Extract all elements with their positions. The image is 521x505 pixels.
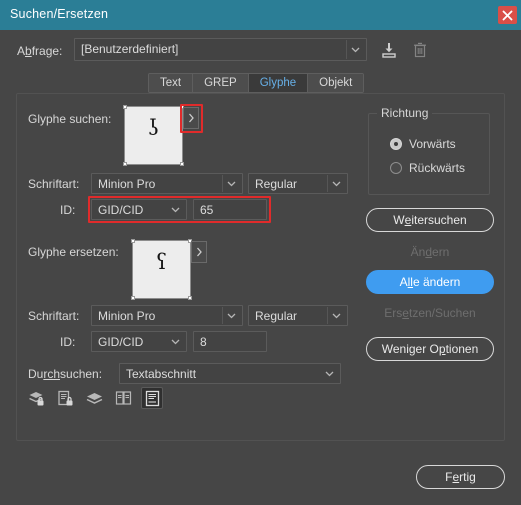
save-query-button[interactable] [379,40,399,60]
chevron-down-icon [224,306,238,325]
replace-glyph-label: Glyphe ersetzen: [28,245,119,259]
replace-id-type-value: GID/CID [98,335,144,349]
include-locked-layers-icon [28,391,43,405]
chevron-down-icon [322,364,336,383]
tab-glyphe[interactable]: Glyphe [248,74,309,92]
find-font-style-value: Regular [255,177,298,191]
replace-font-family-select[interactable]: Minion Pro [91,305,243,326]
find-id-value-text: 65 [200,203,214,217]
resize-handle [123,105,127,109]
query-select[interactable]: [Benutzerdefiniert] [74,38,367,61]
change-all-button[interactable]: All e ändern [366,270,494,294]
search-scope-select[interactable]: Textabschnitt [119,363,341,384]
replace-id-label: ID: [60,335,76,349]
select-divider [222,175,223,192]
find-next-button[interactable]: We itersuchen [366,208,494,232]
include-hidden-layers-button[interactable] [83,387,105,409]
tab-objekt[interactable]: Objekt [308,74,364,92]
direction-forward-label: Vorwärts [409,137,456,151]
include-locked-stories-button[interactable] [54,387,76,409]
query-select-value: [Benutzerdefiniert] [81,42,179,56]
search-scope-value: Textabschnitt [126,367,197,381]
query-label: Abfrage: [17,44,63,58]
direction-backward-label: Rückwärts [409,161,466,175]
direction-backward-radio[interactable]: Rückwärts [383,161,465,175]
direction-group-title: Richtung [377,106,433,120]
tab-grep[interactable]: GREP [193,74,249,92]
replace-id-type-select[interactable]: GID/CID [91,331,187,352]
direction-forward-radio[interactable]: Vorwärts [383,137,456,151]
include-hidden-layers-icon [86,392,102,404]
resize-handle [131,239,135,243]
resize-handle [123,162,127,166]
radio-indicator [390,162,402,174]
fewer-options-button[interactable]: Weniger Op tionen [366,337,494,361]
select-divider [327,175,328,192]
query-select-divider [346,40,347,59]
find-glyph-character: ʖ [147,116,160,140]
replace-id-value-input[interactable]: 8 [193,331,267,352]
include-footnotes-button[interactable] [141,387,163,409]
search-scope-label: Durchsuchen: [28,367,103,381]
find-glyph-label: Glyphe suchen: [28,112,112,126]
chevron-down-icon [329,174,343,193]
replace-glyph-picker-button[interactable] [191,241,207,263]
search-scope-toggles [25,387,170,409]
replace-font-label: Schriftart: [28,309,80,323]
resize-handle [131,296,135,300]
find-glyph-picker-button[interactable] [183,107,199,129]
find-id-label: ID: [60,203,76,217]
save-query-icon [382,43,396,58]
close-button[interactable] [498,6,517,24]
include-footnotes-icon [145,390,159,406]
replace-glyph-character: ʕ [155,250,168,274]
find-id-value-input[interactable]: 65 [193,199,267,220]
tab-text[interactable]: Text [149,74,194,92]
window-title: Suchen/Ersetzen [10,7,109,21]
delete-query-button[interactable] [410,40,430,60]
query-row: Abfrage: [Benutzerdefiniert] [0,38,521,64]
find-id-type-select[interactable]: GID/CID [91,199,187,220]
find-font-label: Schriftart: [28,177,80,191]
include-master-pages-icon [115,390,131,405]
close-icon [502,10,513,20]
radio-indicator [390,138,402,150]
title-bar: Suchen/Ersetzen [0,0,521,30]
replace-font-family-value: Minion Pro [98,309,156,323]
replace-font-style-select[interactable]: Regular [248,305,348,326]
direction-group: Richtung [368,106,490,195]
find-id-type-value: GID/CID [98,203,144,217]
find-font-family-select[interactable]: Minion Pro [91,173,243,194]
chevron-down-icon [168,332,182,351]
include-locked-layers-button[interactable] [25,387,47,409]
replace-font-style-value: Regular [255,309,298,323]
chevron-down-icon [348,39,362,60]
resize-handle [188,296,192,300]
change-find-button: Ers e tzen/Suchen [384,306,476,320]
chevron-right-icon [196,247,202,257]
include-master-pages-button[interactable] [112,387,134,409]
chevron-down-icon [224,174,238,193]
find-font-family-value: Minion Pro [98,177,156,191]
find-glyph-preview[interactable]: ʖ [123,105,184,166]
find-font-style-select[interactable]: Regular [248,173,348,194]
done-button[interactable]: Fe rtig [416,465,505,489]
select-divider [327,307,328,324]
trash-icon [414,42,426,58]
find-replace-dialog: Suchen/Ersetzen Abfrage: [Benutzerdefini… [0,0,521,505]
replace-id-value-text: 8 [200,335,207,349]
chevron-down-icon [329,306,343,325]
chevron-down-icon [168,200,182,219]
change-button: Än d ern [410,245,450,259]
select-divider [222,307,223,324]
replace-glyph-preview[interactable]: ʕ [131,239,192,300]
resize-handle [180,162,184,166]
chevron-right-icon [188,113,194,123]
mode-tabs: Text GREP Glyphe Objekt [148,73,365,93]
include-locked-stories-icon [57,390,72,405]
